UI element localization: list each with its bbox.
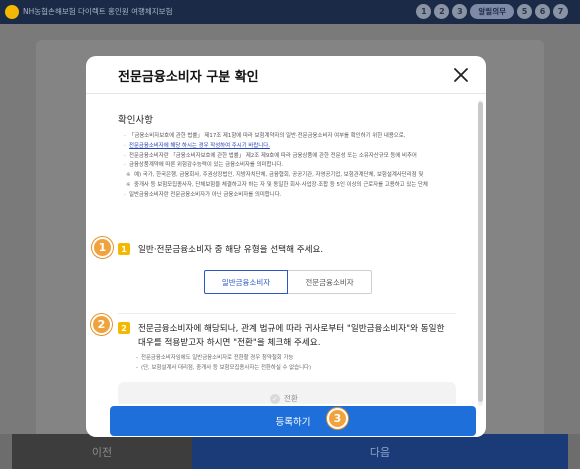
divider <box>118 313 456 314</box>
question-1-text: 일반·전문금융소비자 중 해당 유형을 선택해 주세요. <box>138 245 324 255</box>
brand-name: NH농협손해보험 다이렉트 <box>23 7 106 16</box>
notice-item: 일반금융소비자란 전문금융소비자가 아닌 금융소비자를 의미합니다. <box>124 191 454 201</box>
close-icon[interactable] <box>450 64 472 86</box>
notice-example: 예) 국가, 한국은행, 금융회사, 주권상장법인, 지방자치단체, 금융협회,… <box>124 171 454 181</box>
scroll-thumb[interactable] <box>478 102 483 402</box>
step-3: 3 <box>452 4 468 19</box>
option-professional-consumer[interactable]: 전문금융소비자 <box>288 270 372 294</box>
option-general-consumer[interactable]: 일반금융소비자 <box>204 270 288 294</box>
callout-1: 1 <box>92 237 113 258</box>
conversion-checkbox[interactable]: ✓ 전환 <box>270 393 298 404</box>
question-1-badge: 1 <box>118 243 130 255</box>
notice-list: 「금융소비자보호에 관한 법률」 제17조 제1항에 따라 보험계약자의 일반·… <box>124 132 454 201</box>
step-7: 7 <box>553 4 568 19</box>
note-item: 전문금융소비자임에도 일반금융소비자로 전환할 경우 청약철회 가능 <box>136 353 456 363</box>
product-name: 홍인원 여행체지보험 <box>108 7 173 16</box>
consumer-type-modal: 전문금융소비자 구분 확인 확인사항 「금융소비자보호에 관한 법률」 제17조… <box>86 56 486 437</box>
notice-item: 금융상품계약에 따른 위험감수능력이 있는 금융소비자를 의미합니다. <box>124 161 454 171</box>
question-2-badge: 2 <box>118 322 130 334</box>
step-2: 2 <box>434 4 450 19</box>
consumer-type-toggle: 일반금융소비자 전문금융소비자 <box>204 270 372 294</box>
conversion-check-area: ✓ 전환 <box>118 382 456 404</box>
step-current: 알릴의무 <box>470 4 514 19</box>
question-2-text: 전문금융소비자에 해당되나, 관계 법규에 따라 귀사로부터 "일반금융소비자"… <box>138 324 445 348</box>
step-indicator: 1 2 3 알릴의무 5 6 7 <box>416 4 568 19</box>
prev-button[interactable]: 이전 <box>12 434 192 469</box>
modal-scrollbar[interactable] <box>478 100 483 406</box>
bottom-nav: 이전 다음 <box>0 434 580 469</box>
notice-title: 확인사항 <box>118 115 153 126</box>
step-5: 5 <box>517 4 532 19</box>
notice-example-cont: 중개사 등 보험모집종사자, 단체보험을 체결하고자 하는 자 및 동일한 회사… <box>124 181 454 191</box>
notice-item: 「금융소비자보호에 관한 법률」 제17조 제1항에 따라 보험계약자의 일반·… <box>124 132 454 142</box>
callout-3: 3 <box>327 408 348 429</box>
question-1: 1 일반·전문금융소비자 중 해당 유형을 선택해 주세요. <box>118 243 323 255</box>
step-6: 6 <box>535 4 550 19</box>
step-1: 1 <box>416 4 432 19</box>
modal-title: 전문금융소비자 구분 확인 <box>118 70 259 85</box>
note-item: (단, 보험설계사 대리점, 중개사 등 보험모집종사자는 전환하실 수 없습니… <box>136 363 456 373</box>
callout-2: 2 <box>91 314 112 335</box>
brand-logo-icon <box>5 5 19 19</box>
modal-body: 확인사항 「금융소비자보호에 관한 법률」 제17조 제1항에 따라 보험계약자… <box>86 94 478 404</box>
notice-link[interactable]: 전문금융소비자에 해당 하시는 경우 작성하여 주시기 바랍니다. <box>124 142 454 152</box>
conversion-checkbox-label: 전환 <box>284 394 298 403</box>
question-2-notes: 전문금융소비자임에도 일반금융소비자로 전환할 경우 청약철회 가능 (단, 보… <box>136 353 456 373</box>
next-button[interactable]: 다음 <box>192 434 568 469</box>
register-button[interactable]: 등록하기 <box>110 406 476 436</box>
notice-item: 전문금융소비자란 「금융소비자보호에 관한 법률」 제2조 제9호에 따라 금융… <box>124 152 454 162</box>
modal-header: 전문금융소비자 구분 확인 <box>86 56 486 94</box>
top-bar: NH농협손해보험 다이렉트 홍인원 여행체지보험 1 2 3 알릴의무 5 6 … <box>0 0 580 24</box>
check-icon: ✓ <box>270 393 280 404</box>
